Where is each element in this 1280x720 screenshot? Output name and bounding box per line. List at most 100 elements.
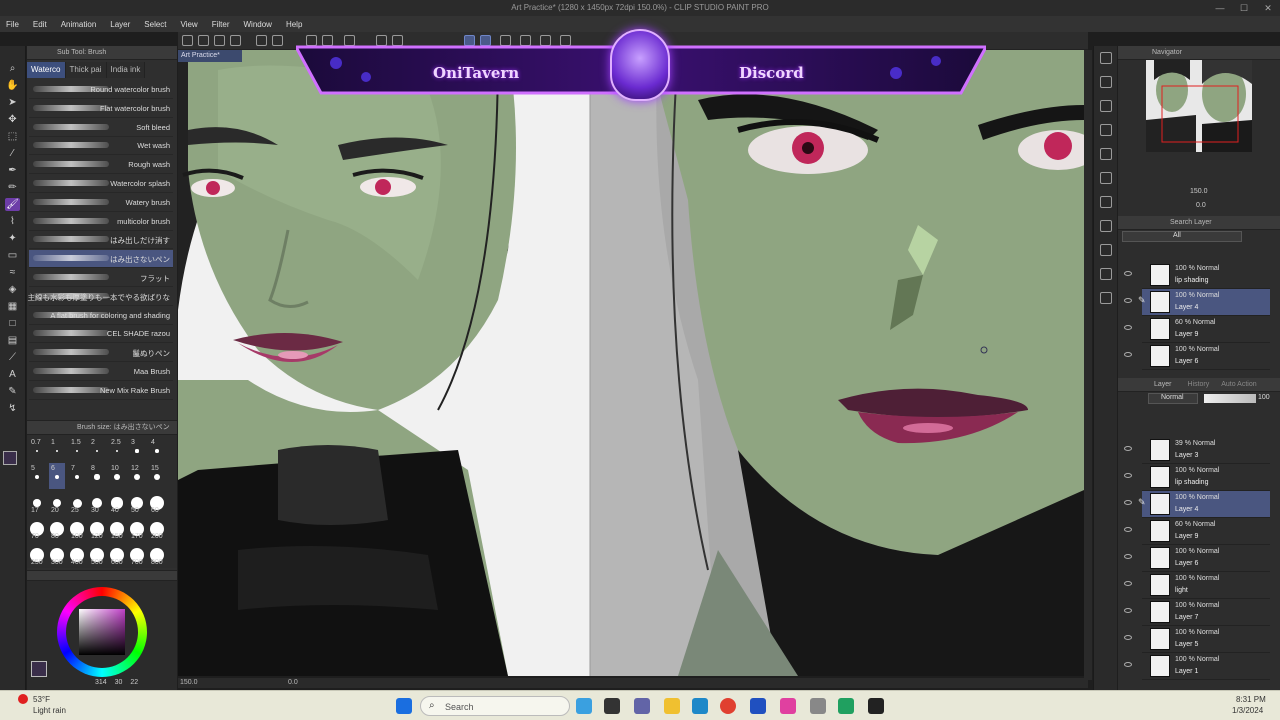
navigator-zoom-bar[interactable]: 150.0	[1122, 186, 1276, 198]
brush-item[interactable]: New Mix Rake Brush	[29, 382, 173, 400]
menu-icon[interactable]	[182, 35, 193, 46]
gradient-icon[interactable]: ▦	[5, 300, 20, 313]
item-bank-icon[interactable]	[1100, 124, 1112, 136]
move-icon[interactable]: ✥	[5, 113, 20, 126]
sub-view-icon[interactable]	[1100, 76, 1112, 88]
menu-file[interactable]: File	[6, 20, 19, 29]
minimize-icon[interactable]: —	[1208, 0, 1232, 16]
brush-item[interactable]: Wet wash	[29, 137, 173, 156]
menu-filter[interactable]: Filter	[212, 20, 230, 29]
eye-icon[interactable]	[1124, 298, 1132, 303]
brush-item[interactable]: CEL SHADE razou	[29, 325, 173, 344]
maximize-icon[interactable]: ☐	[1232, 0, 1256, 16]
brush-size-option[interactable]	[133, 473, 141, 481]
brush-item[interactable]: Soft bleed	[29, 119, 173, 137]
navigator-preview[interactable]	[1146, 60, 1252, 152]
color-wheel[interactable]	[57, 587, 147, 677]
brush-item[interactable]: Maa Brush	[29, 363, 173, 381]
clip-studio-icon[interactable]	[868, 698, 884, 714]
eye-icon[interactable]	[1124, 608, 1132, 613]
menu-select[interactable]: Select	[144, 20, 166, 29]
brush-item[interactable]: はみ出さないペン	[29, 250, 173, 269]
brush-size-option[interactable]	[94, 474, 100, 480]
eye-icon[interactable]	[1124, 554, 1132, 559]
brush-size-option[interactable]	[36, 450, 38, 452]
layer-search-icon[interactable]	[1100, 292, 1112, 304]
subtool-tab[interactable]: India ink	[106, 62, 146, 78]
auto-action-icon[interactable]	[1100, 244, 1112, 256]
info-icon[interactable]	[1100, 100, 1112, 112]
material-icon[interactable]	[1100, 148, 1112, 160]
ruler-icon[interactable]: ⟋	[5, 351, 20, 364]
search-box[interactable]: ⌕ Search	[420, 696, 570, 716]
canvas[interactable]: Art Practice*	[178, 50, 1084, 676]
layer-row[interactable]: 100 % Normal light	[1124, 572, 1270, 599]
settings-app-icon[interactable]	[810, 698, 826, 714]
vertical-scrollbar[interactable]	[1084, 50, 1092, 680]
selection-icon[interactable]: ⬚	[5, 130, 20, 143]
timeline-icon[interactable]	[1100, 268, 1112, 280]
opacity-slider[interactable]	[1204, 394, 1256, 403]
layer-row[interactable]: 100 % Normal Layer 7	[1124, 599, 1270, 626]
layer-row[interactable]: ✎ 100 % Normal Layer 4	[1124, 289, 1270, 316]
store-icon[interactable]	[750, 698, 766, 714]
eye-icon[interactable]	[1124, 527, 1132, 532]
copilot-icon[interactable]	[576, 698, 592, 714]
subtool-tab[interactable]: Waterco	[27, 62, 66, 78]
decoration-icon[interactable]: ✦	[5, 232, 20, 245]
save-icon[interactable]	[230, 35, 241, 46]
menu-layer[interactable]: Layer	[110, 20, 130, 29]
operation-icon[interactable]: ➤	[5, 96, 20, 109]
weather-icon[interactable]	[18, 694, 28, 704]
brush-item[interactable]: Flat watercolor brush	[29, 100, 173, 118]
menu-view[interactable]: View	[181, 20, 198, 29]
brush-size-option[interactable]	[95, 449, 99, 453]
layer-row[interactable]: 100 % Normal Layer 6	[1124, 545, 1270, 572]
brush-size-option[interactable]	[34, 474, 39, 479]
teams-icon[interactable]	[634, 698, 650, 714]
layer-row[interactable]: 100 % Normal Layer 1	[1124, 653, 1270, 680]
brush-size-option[interactable]	[135, 449, 139, 453]
navigator-angle-bar[interactable]: 0.0	[1122, 200, 1276, 212]
blend-mode-select[interactable]: Normal	[1148, 393, 1198, 404]
eye-icon[interactable]	[1124, 635, 1132, 640]
layer-row[interactable]: 100 % Normal lip shading	[1124, 464, 1270, 491]
menu-window[interactable]: Window	[244, 20, 272, 29]
eyedropper-icon[interactable]: ⁄	[5, 147, 20, 160]
eye-icon[interactable]	[1124, 581, 1132, 586]
brush-size-option[interactable]	[75, 449, 79, 453]
blend-icon[interactable]: ≈	[5, 266, 20, 279]
app-icon[interactable]	[780, 698, 796, 714]
brush-item[interactable]: フラット	[29, 269, 173, 287]
layer-row[interactable]: 100 % Normal lip shading	[1124, 262, 1270, 289]
balloon-icon[interactable]: ✎	[5, 385, 20, 398]
brush-item[interactable]: Watercolor splash	[29, 175, 173, 193]
layer-tab[interactable]: Layer	[1154, 381, 1172, 388]
eye-icon[interactable]	[1124, 352, 1132, 357]
brush-item[interactable]: 主線も水彩も厚塗りも一本でやる欲ばりな	[28, 288, 173, 306]
brush-item[interactable]: A flat brush for coloring and shading	[29, 307, 173, 325]
layer-property-icon[interactable]	[1100, 172, 1112, 184]
layer-row[interactable]: ✎ 100 % Normal Layer 4	[1124, 491, 1270, 518]
search-layer-icon[interactable]	[1100, 196, 1112, 208]
eye-icon[interactable]	[1124, 325, 1132, 330]
history-tab[interactable]: History	[1187, 381, 1209, 388]
layer-row[interactable]: 39 % Normal Layer 3	[1124, 437, 1270, 464]
chrome-icon[interactable]	[720, 698, 736, 714]
spotify-icon[interactable]	[838, 698, 854, 714]
pencil-icon[interactable]: ✏	[5, 181, 20, 194]
brush-size-option[interactable]	[52, 498, 62, 508]
new-icon[interactable]	[198, 35, 209, 46]
navigator-icon[interactable]	[1100, 52, 1112, 64]
eraser-icon[interactable]: ▭	[5, 249, 20, 262]
subtool-tab[interactable]: Thick pai	[65, 62, 107, 78]
brush-item[interactable]: Rough wash	[29, 156, 173, 175]
menu-help[interactable]: Help	[286, 20, 302, 29]
eye-icon[interactable]	[1124, 271, 1132, 276]
layer-row[interactable]: 60 % Normal Layer 9	[1124, 518, 1270, 545]
search-filter-select[interactable]: All	[1122, 231, 1242, 242]
brush-item[interactable]: multicolor brush	[29, 213, 173, 231]
brush-size-option[interactable]	[33, 499, 41, 507]
zoom-icon[interactable]: ⌕	[5, 62, 20, 75]
current-color-swatch[interactable]	[31, 661, 47, 677]
